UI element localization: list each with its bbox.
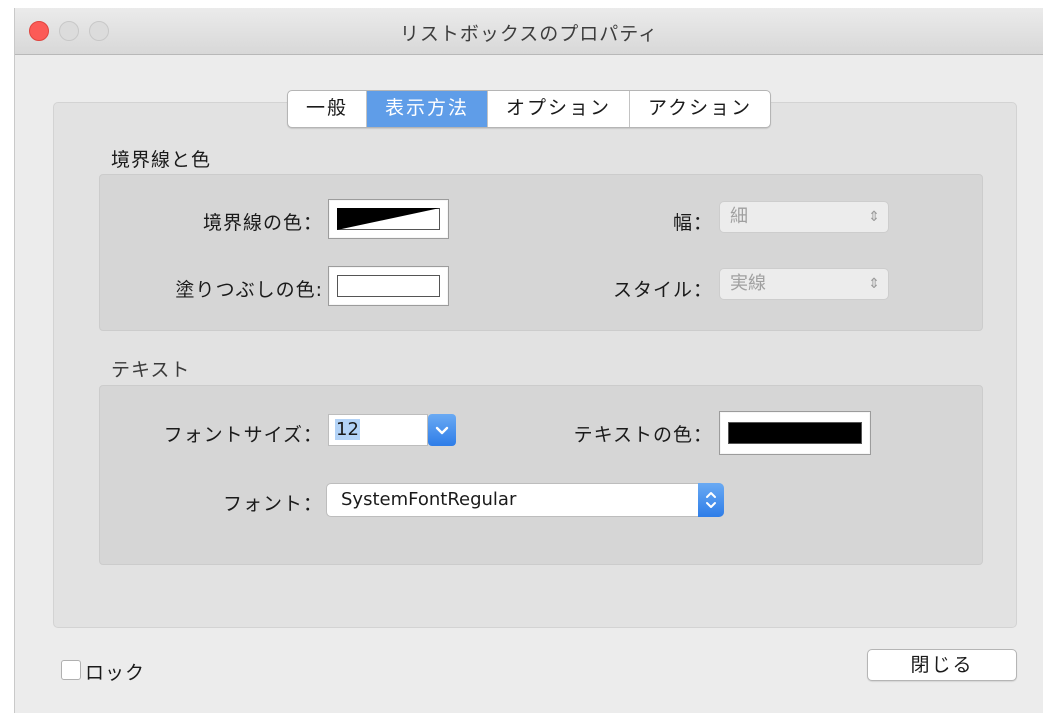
text-color-swatch [728, 422, 862, 444]
tab-options[interactable]: オプション [488, 91, 631, 127]
font-size-label: フォントサイズ： [163, 424, 323, 446]
font-label: フォント： [222, 493, 323, 515]
text-color-well[interactable] [719, 411, 871, 455]
tab-bar: 一般 表示方法 オプション アクション [287, 90, 772, 128]
style-popup[interactable]: 実線 ⇕ [719, 268, 889, 300]
border-color-swatch-icon [337, 208, 440, 230]
updown-arrows-icon [706, 492, 716, 508]
border-section-title: 境界線と色 [111, 149, 212, 171]
dialog-window: リストボックスのプロパティ 一般 表示方法 オプション アクション 境界線と色 … [14, 8, 1043, 713]
updown-arrows-icon: ⇕ [868, 209, 880, 225]
style-label: スタイル： [612, 279, 713, 301]
font-popup[interactable]: SystemFontRegular [326, 483, 724, 517]
tab-general[interactable]: 一般 [288, 91, 368, 127]
text-color-label: テキストの色： [573, 424, 713, 446]
font-size-field[interactable]: 12 [328, 414, 428, 446]
border-color-label: 境界線の色： [202, 212, 323, 234]
tab-display[interactable]: 表示方法 [367, 91, 489, 127]
lock-label[interactable]: ロック [85, 658, 145, 685]
style-popup-value: 実線 [730, 273, 766, 294]
updown-arrows-icon: ⇕ [868, 276, 880, 292]
fill-color-label: 塗りつぶしの色: [175, 279, 323, 301]
width-label: 幅： [672, 212, 713, 234]
title-bar: リストボックスのプロパティ [15, 8, 1043, 55]
chevron-down-icon [435, 426, 449, 435]
font-popup-value: SystemFontRegular [341, 489, 517, 510]
font-popup-arrows-button[interactable] [698, 483, 724, 517]
close-button[interactable]: 閉じる [867, 649, 1017, 681]
width-popup[interactable]: 細 ⇕ [719, 201, 889, 233]
tab-actions[interactable]: アクション [630, 91, 770, 127]
width-popup-value: 細 [730, 206, 748, 227]
fill-color-swatch [337, 275, 440, 297]
text-section-title: テキスト [111, 359, 191, 381]
font-size-dropdown-button[interactable] [428, 414, 456, 446]
border-color-group [99, 174, 983, 331]
window-title: リストボックスのプロパティ [399, 23, 659, 45]
lock-checkbox[interactable] [61, 660, 81, 680]
font-size-value: 12 [335, 419, 360, 440]
border-color-well[interactable] [328, 199, 449, 239]
fill-color-well[interactable] [328, 266, 449, 306]
